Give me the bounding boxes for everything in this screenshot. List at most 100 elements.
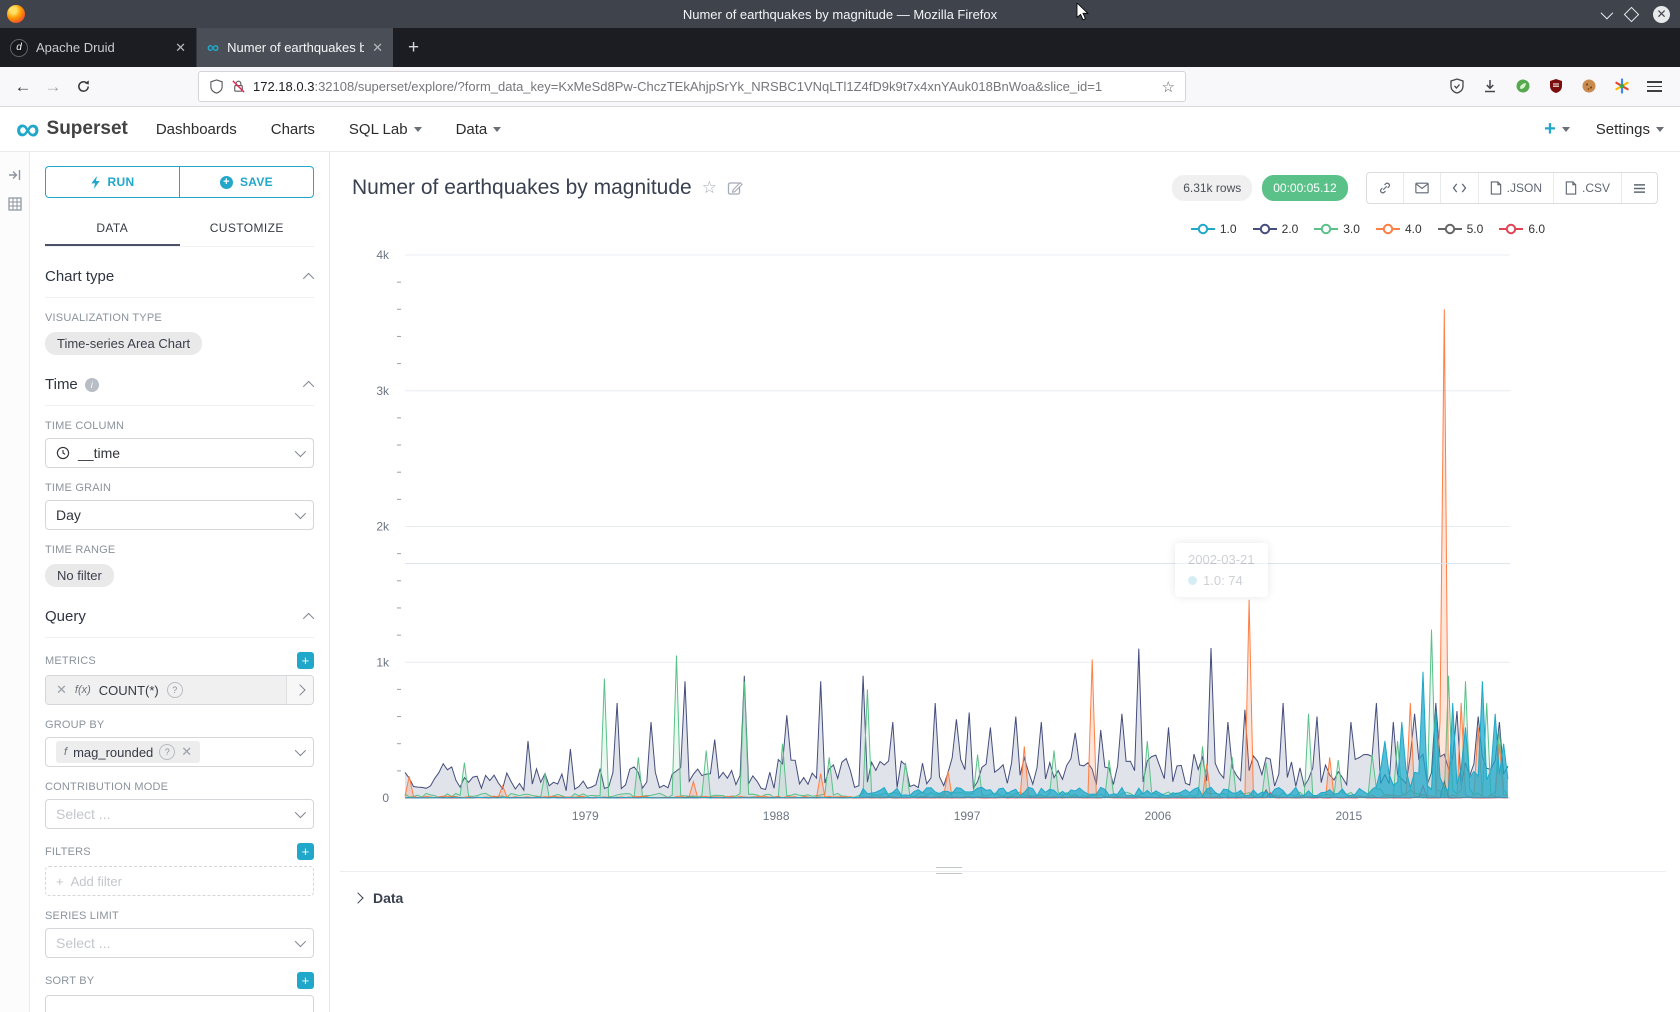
run-button[interactable]: RUN (46, 167, 179, 197)
navbar-right: + Settings (1544, 118, 1664, 141)
group-by-tag[interactable]: f mag_rounded ? ✕ (56, 741, 200, 763)
timeseries-area-chart[interactable]: 01k2k3k4k19791988199720062015 (330, 152, 1679, 852)
section-time[interactable]: Time i (45, 376, 314, 406)
chart-title: Numer of earthquakes by magnitude (352, 176, 692, 200)
legend-item-6.0[interactable]: 6.0 (1498, 222, 1545, 236)
section-query[interactable]: Query (45, 608, 314, 638)
time-range-value[interactable]: No filter (45, 564, 114, 587)
superset-logo[interactable]: ∞ Superset (16, 118, 128, 140)
sort-by-select[interactable] (45, 995, 314, 1012)
contribution-mode-label: CONTRIBUTION MODE (45, 781, 314, 793)
forward-button[interactable]: → (38, 72, 68, 102)
tab-close-icon[interactable]: ✕ (372, 40, 383, 56)
remove-metric-icon[interactable]: ✕ (56, 682, 67, 698)
section-title: Query (45, 608, 86, 625)
tab-apache-druid[interactable]: d Apache Druid ✕ (0, 28, 197, 67)
series-limit-select[interactable]: Select ... (45, 928, 314, 958)
back-button[interactable]: ← (8, 72, 38, 102)
firefox-menu-icon[interactable] (1647, 78, 1662, 95)
new-tab-button[interactable]: + (393, 28, 434, 67)
superset-navbar: ∞ Superset Dashboards Charts SQL Lab Dat… (0, 107, 1680, 152)
favorite-star-icon[interactable]: ☆ (702, 178, 717, 198)
metric-pill[interactable]: ✕ f(x) COUNT(*) ? (46, 676, 286, 704)
window-close-button[interactable]: ✕ (1653, 6, 1670, 23)
select-placeholder: Select ... (56, 935, 110, 951)
insecure-lock-icon[interactable] (231, 79, 246, 94)
extension-green-icon[interactable] (1515, 78, 1531, 94)
time-column-select[interactable]: __time (45, 438, 314, 468)
edit-properties-icon[interactable] (727, 180, 743, 196)
dataset-grid-icon[interactable] (7, 196, 23, 212)
nav-dashboards[interactable]: Dashboards (156, 121, 237, 138)
metric-expand-button[interactable] (286, 676, 313, 704)
viz-type-value[interactable]: Time-series Area Chart (45, 332, 202, 355)
cookie-extension-icon[interactable] (1581, 78, 1597, 94)
nav-data[interactable]: Data (456, 121, 502, 138)
chart-tooltip: 2002-03-21 1.0: 74 (1175, 543, 1268, 597)
ublock-shield-icon[interactable] (1548, 78, 1564, 94)
legend-item-1.0[interactable]: 1.0 (1190, 222, 1237, 236)
window-minimize-button[interactable] (1601, 6, 1614, 19)
remove-tag-icon[interactable]: ✕ (181, 744, 192, 760)
time-column-label: TIME COLUMN (45, 420, 314, 432)
data-section-toggle[interactable]: Data (354, 890, 403, 906)
expand-datasource-panel-icon[interactable] (7, 167, 23, 183)
series-dot-icon (1188, 576, 1197, 585)
export-json-button[interactable]: .JSON (1478, 173, 1553, 203)
tracking-protection-shield-icon[interactable] (209, 79, 224, 94)
metric-control[interactable]: ✕ f(x) COUNT(*) ? (45, 675, 314, 705)
legend-item-5.0[interactable]: 5.0 (1437, 222, 1484, 236)
add-filter-dropzone[interactable]: + Add filter (45, 866, 314, 896)
legend-item-2.0[interactable]: 2.0 (1252, 222, 1299, 236)
chart-header: Numer of earthquakes by magnitude ☆ 6.31… (330, 152, 1680, 204)
save-button[interactable]: + SAVE (179, 167, 313, 197)
series-line-3.0 (405, 630, 1508, 798)
legend-label: 2.0 (1282, 222, 1299, 236)
add-sort-by-button[interactable]: + (297, 972, 314, 989)
y-axis-label: 3k (376, 384, 390, 398)
tab-close-icon[interactable]: ✕ (175, 40, 186, 56)
resize-handle[interactable] (936, 867, 962, 874)
chart-menu-button[interactable] (1621, 173, 1657, 203)
new-item-button[interactable]: + (1544, 118, 1570, 141)
add-metric-button[interactable]: + (297, 652, 314, 669)
legend-item-4.0[interactable]: 4.0 (1375, 222, 1422, 236)
email-share-button[interactable] (1403, 173, 1440, 203)
legend-item-3.0[interactable]: 3.0 (1313, 222, 1360, 236)
legend-marker-icon (1190, 222, 1216, 236)
series-area-2.0 (405, 648, 1508, 798)
multicolor-asterisk-extension-icon[interactable] (1614, 78, 1630, 94)
mouse-cursor (1076, 3, 1090, 21)
add-filter-label: Add filter (71, 874, 122, 889)
add-filter-plus-button[interactable]: + (297, 843, 314, 860)
file-icon (1565, 181, 1577, 195)
window-maximize-button[interactable] (1624, 6, 1640, 22)
nav-charts[interactable]: Charts (271, 121, 315, 138)
downloads-icon[interactable] (1482, 78, 1498, 94)
nav-sql-lab[interactable]: SQL Lab (349, 121, 422, 138)
tab-earthquakes[interactable]: ∞ Numer of earthquakes by ✕ (197, 28, 393, 67)
protection-report-shield-icon[interactable] (1449, 78, 1465, 94)
chevron-down-icon (295, 745, 306, 756)
filters-label-text: FILTERS (45, 846, 91, 858)
fx-icon: f(x) (75, 684, 91, 696)
section-chart-type[interactable]: Chart type (45, 268, 314, 298)
x-axis-label: 1979 (572, 809, 599, 823)
tab-customize[interactable]: CUSTOMIZE (180, 211, 315, 246)
contribution-mode-select[interactable]: Select ... (45, 799, 314, 829)
time-grain-select[interactable]: Day (45, 500, 314, 530)
url-text[interactable]: 172.18.0.3:32108/superset/explore/?form_… (253, 79, 1155, 94)
metric-name: COUNT(*) (99, 683, 159, 698)
settings-menu[interactable]: Settings (1596, 121, 1664, 138)
bookmark-star-icon[interactable]: ☆ (1162, 78, 1175, 96)
x-axis-label: 1997 (954, 809, 981, 823)
url-bar[interactable]: 172.18.0.3:32108/superset/explore/?form_… (198, 71, 1186, 102)
chart-actions-group: .JSON .CSV (1366, 172, 1658, 204)
group-by-select[interactable]: f mag_rounded ? ✕ (45, 737, 314, 767)
reload-button[interactable] (68, 72, 98, 102)
axis-pointer-line (405, 563, 1510, 564)
embed-code-button[interactable] (1440, 173, 1478, 203)
copy-link-button[interactable] (1367, 173, 1403, 203)
export-csv-button[interactable]: .CSV (1553, 173, 1621, 203)
tab-data[interactable]: DATA (45, 211, 180, 246)
